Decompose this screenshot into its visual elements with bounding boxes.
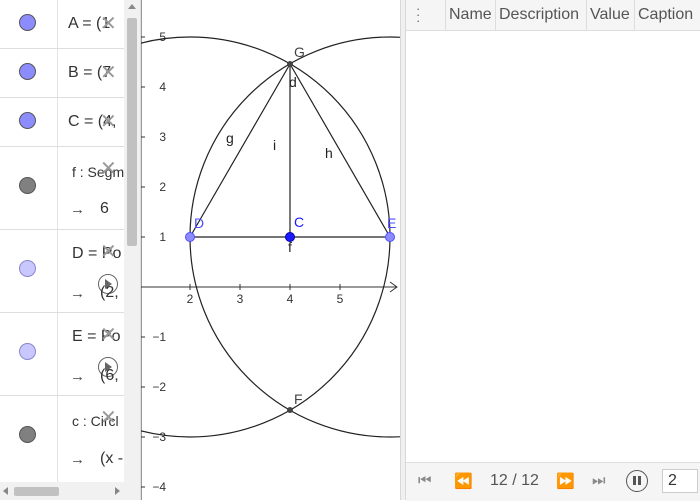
algebra-horizontal-scrollbar[interactable]	[0, 482, 124, 500]
previous-step-icon[interactable]: ⏪	[454, 472, 473, 490]
x-tick-label: 2	[187, 292, 194, 306]
geometry-canvas[interactable]: 2 3 4 5 5 4 3 2 1 −1 −2 −3 −4 g i h d f …	[141, 0, 401, 500]
x-tick-label: 3	[237, 292, 244, 306]
speed-input[interactable]: 2	[662, 469, 698, 493]
label-F: F	[294, 391, 303, 407]
delete-icon[interactable]: ✕	[100, 63, 117, 83]
column-menu-icon[interactable]: · · ·	[416, 2, 420, 27]
protocol-header: · · · Name Description Value Caption	[406, 0, 700, 31]
scroll-up-icon[interactable]	[128, 4, 136, 9]
y-tick-label: −4	[152, 480, 166, 494]
visibility-toggle[interactable]	[19, 177, 36, 194]
point-D[interactable]	[185, 232, 195, 242]
column-header-description[interactable]: Description	[495, 0, 587, 30]
algebra-item-E[interactable]: E = Po ✕ → (6,	[0, 313, 124, 396]
scroll-left-icon[interactable]	[3, 487, 8, 495]
last-step-icon[interactable]: ⏭	[592, 472, 606, 489]
algebra-item-c[interactable]: c : Circl ✕ → (x -	[0, 396, 124, 483]
segment-h[interactable]	[289, 63, 391, 238]
delete-icon[interactable]: ✕	[100, 159, 117, 179]
point-G[interactable]	[287, 61, 293, 67]
algebra-vertical-scrollbar[interactable]	[124, 0, 140, 500]
item-value: (2,	[100, 284, 119, 301]
delete-icon[interactable]: ✕	[100, 325, 117, 345]
y-tick-label: 2	[159, 180, 166, 194]
visibility-toggle[interactable]	[19, 343, 36, 360]
column-header-caption[interactable]: Caption	[634, 0, 700, 30]
x-tick-label: 4	[287, 292, 294, 306]
label-g: g	[226, 130, 234, 146]
column-header-name[interactable]: Name	[445, 0, 496, 30]
output-arrow-icon: →	[70, 368, 85, 385]
y-tick-label: 3	[159, 130, 166, 144]
label-d: d	[289, 74, 297, 90]
label-E: E	[387, 215, 396, 231]
visibility-toggle[interactable]	[19, 14, 36, 31]
visibility-toggle[interactable]	[19, 63, 36, 80]
delete-icon[interactable]: ✕	[100, 112, 117, 132]
item-value: 6	[100, 200, 109, 217]
visibility-toggle[interactable]	[19, 260, 36, 277]
graphics-view[interactable]: 2 3 4 5 5 4 3 2 1 −1 −2 −3 −4 g i h d f …	[141, 0, 401, 500]
visibility-toggle[interactable]	[19, 426, 36, 443]
scrollbar-thumb[interactable]	[127, 18, 137, 246]
label-G: G	[294, 44, 305, 60]
algebra-view: A = (1 ✕ B = (7 ✕ C = (4, ✕ f : Segm ✕ →…	[0, 0, 141, 500]
item-value: (6,	[100, 367, 119, 384]
y-tick-label: −2	[152, 380, 166, 394]
point-C[interactable]	[285, 232, 295, 242]
label-C: C	[294, 214, 304, 230]
y-tick-label: −3	[152, 430, 166, 444]
next-step-icon[interactable]: ⏩	[556, 472, 575, 490]
visibility-toggle[interactable]	[19, 112, 36, 129]
point-F[interactable]	[287, 407, 293, 413]
delete-icon[interactable]: ✕	[100, 14, 117, 34]
output-arrow-icon: →	[70, 451, 85, 468]
algebra-item-C[interactable]: C = (4, ✕	[0, 98, 124, 147]
step-counter: 12 / 12	[490, 472, 539, 489]
delete-icon[interactable]: ✕	[100, 242, 117, 262]
point-E[interactable]	[385, 232, 395, 242]
output-arrow-icon: →	[70, 201, 85, 218]
item-value: (x -	[100, 450, 124, 467]
x-tick-label: 5	[337, 292, 344, 306]
algebra-item-B[interactable]: B = (7 ✕	[0, 49, 124, 98]
algebra-item-D[interactable]: D = Po ✕ → (2,	[0, 230, 124, 313]
column-header-value[interactable]: Value	[586, 0, 635, 30]
y-tick-label: 5	[159, 30, 166, 44]
delete-icon[interactable]: ✕	[100, 408, 117, 428]
scrollbar-thumb[interactable]	[14, 487, 59, 496]
first-step-icon[interactable]: ⏮	[418, 472, 432, 489]
algebra-item-f[interactable]: f : Segm ✕ → 6	[0, 147, 124, 230]
y-tick-label: −1	[152, 330, 166, 344]
y-tick-label: 4	[159, 80, 166, 94]
output-arrow-icon: →	[70, 285, 85, 302]
y-tick-label: 1	[159, 230, 166, 244]
label-i: i	[273, 137, 276, 153]
protocol-navigation-bar: ⏮ ⏪ 12 / 12 ⏩ ⏭ 2	[406, 462, 700, 501]
scroll-right-icon[interactable]	[115, 487, 120, 495]
label-D: D	[194, 215, 204, 231]
algebra-item-A[interactable]: A = (1 ✕	[0, 0, 124, 49]
label-h: h	[325, 145, 333, 161]
pause-icon[interactable]	[626, 470, 648, 492]
construction-protocol: · · · Name Description Value Caption ⏮ ⏪ 1…	[406, 0, 700, 501]
y-axis-ticks	[141, 36, 145, 488]
